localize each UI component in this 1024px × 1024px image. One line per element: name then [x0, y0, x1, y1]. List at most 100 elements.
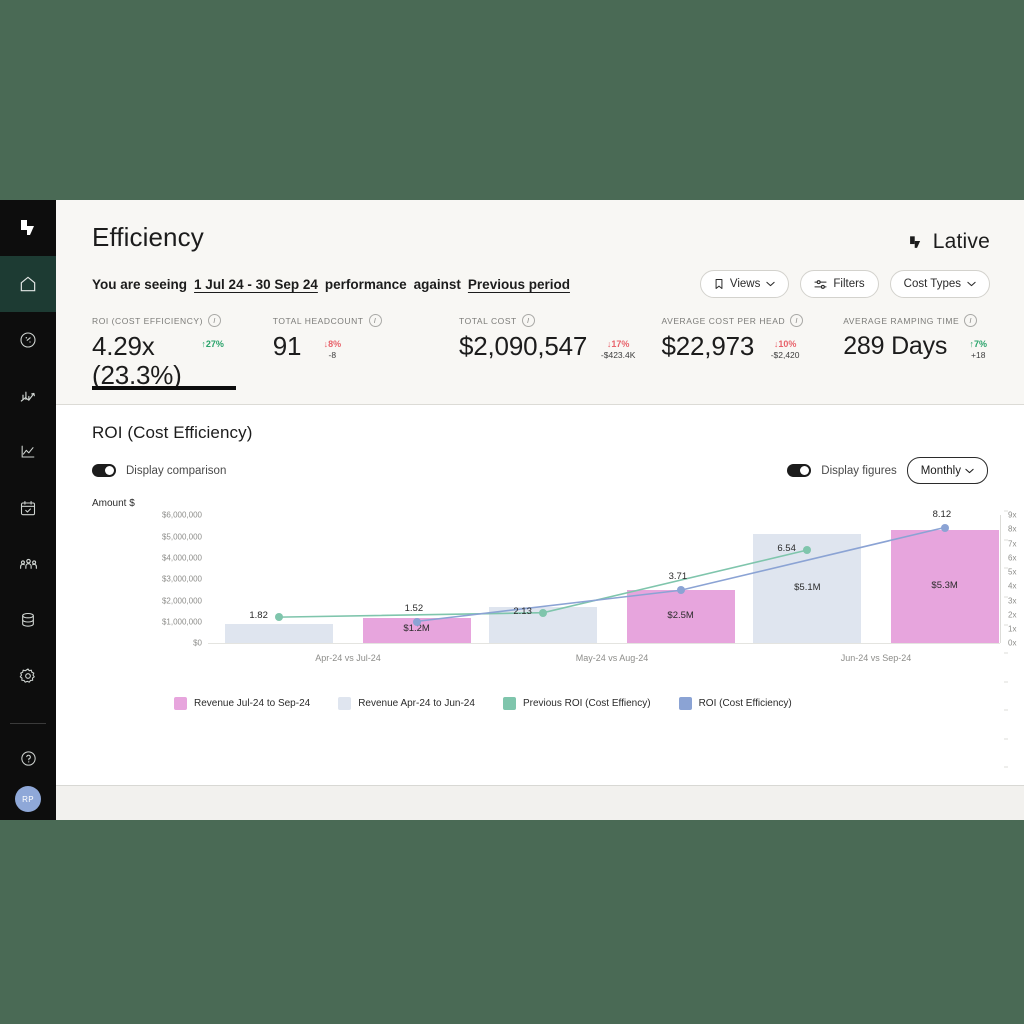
legend-item[interactable]: Previous ROI (Cost Effiency): [503, 697, 651, 710]
kpi-roi-label: ROI (COST EFFICIENCY) i: [92, 314, 255, 327]
display-figures-toggle[interactable]: [787, 464, 811, 477]
y-tick-right: 7x: [1008, 539, 1016, 548]
cost-types-label: Cost Types: [904, 278, 961, 290]
sidebar-item-analytics[interactable]: [0, 368, 56, 424]
page-title: Efficiency: [92, 222, 204, 253]
kpi-roi-label-text: ROI (COST EFFICIENCY): [92, 316, 203, 326]
comparison-link[interactable]: Previous period: [468, 277, 570, 292]
display-comparison-toggle[interactable]: [92, 464, 116, 477]
app-window: RP Efficiency Lative You are seeing 1 Ju…: [0, 200, 1024, 820]
sidebar-item-data[interactable]: [0, 592, 56, 648]
calendar-check-icon: [18, 498, 38, 518]
sidebar-logo[interactable]: [0, 200, 56, 256]
chart-series-layer[interactable]: $1.2M$2.5M$5.1M$5.3M1.822.136.541.523.71…: [208, 515, 1000, 643]
kpi-strip: ROI (COST EFFICIENCY) i 4.29x (23.3%) ↑2…: [56, 298, 1024, 390]
amount-axis-label: Amount $: [56, 484, 1024, 509]
bar-chart-icon: [18, 386, 38, 406]
gauge-icon: [18, 330, 38, 350]
kpi-total-cost-body: $2,090,547 ↓17% -$423.4K: [459, 332, 644, 361]
home-icon: [18, 274, 38, 294]
sidebar-item-settings[interactable]: [0, 648, 56, 704]
kpi-total-cost-value: $2,090,547: [459, 332, 587, 361]
kpi-cost-per-head-label-text: AVERAGE COST PER HEAD: [662, 316, 786, 326]
chart-point-cur[interactable]: [413, 618, 421, 626]
sidebar-item-team[interactable]: [0, 536, 56, 592]
gear-icon: [18, 666, 38, 686]
x-axis-label: Jun-24 vs Sep-24: [841, 653, 912, 663]
views-button[interactable]: Views: [700, 270, 789, 298]
footer-strip: [56, 786, 1024, 820]
info-icon[interactable]: i: [790, 314, 803, 327]
kpi-headcount[interactable]: TOTAL HEADCOUNT i 91 ↓8% -8: [273, 314, 459, 390]
chart-point-prev[interactable]: [539, 609, 547, 617]
info-icon[interactable]: i: [964, 314, 977, 327]
kpi-roi[interactable]: ROI (COST EFFICIENCY) i 4.29x (23.3%) ↑2…: [92, 314, 273, 390]
legend-label: ROI (Cost Efficiency): [699, 698, 792, 709]
kpi-total-cost-label-text: TOTAL COST: [459, 316, 517, 326]
legend-label: Revenue Apr-24 to Jun-24: [358, 698, 475, 709]
chart-point-cur[interactable]: [941, 524, 949, 532]
kpi-cost-per-head-body: $22,973 ↓10% -$2,420: [662, 332, 826, 361]
kpi-headcount-value: 91: [273, 332, 302, 361]
kpi-total-cost[interactable]: TOTAL COST i $2,090,547 ↓17% -$423.4K: [459, 314, 662, 390]
y-tick-left: $0: [193, 639, 202, 648]
y-tick-mark: [1004, 653, 1008, 654]
avatar[interactable]: RP: [15, 786, 41, 812]
kpi-cost-per-head-value: $22,973: [662, 332, 755, 361]
y-tick-left: $3,000,000: [162, 575, 202, 584]
kpi-ramping-time[interactable]: AVERAGE RAMPING TIME i 289 Days ↑7% +18: [843, 314, 1024, 390]
chart-point-prev[interactable]: [275, 613, 283, 621]
info-icon[interactable]: i: [208, 314, 221, 327]
seeing-mid: performance: [325, 277, 407, 292]
y-tick-right: 4x: [1008, 582, 1016, 591]
kpi-headcount-label-text: TOTAL HEADCOUNT: [273, 316, 364, 326]
kpi-ramping-time-body: 289 Days ↑7% +18: [843, 332, 1006, 360]
legend-item[interactable]: Revenue Apr-24 to Jun-24: [338, 697, 475, 710]
legend-swatch: [503, 697, 516, 710]
kpi-roi-value-main: 4.29x: [92, 332, 182, 361]
sidebar-item-trends[interactable]: [0, 424, 56, 480]
y-tick-right: 5x: [1008, 568, 1016, 577]
header-region: Efficiency Lative You are seeing 1 Jul 2…: [56, 200, 1024, 405]
sidebar-item-planning[interactable]: [0, 480, 56, 536]
kpi-headcount-delta-pct: ↓8%: [309, 339, 355, 349]
legend-swatch: [338, 697, 351, 710]
y-tick-mark: [1004, 681, 1008, 682]
x-axis-label: Apr-24 vs Jul-24: [315, 653, 381, 663]
y-tick-left: $1,000,000: [162, 617, 202, 626]
filters-label: Filters: [833, 278, 864, 290]
kpi-roi-body: 4.29x (23.3%) ↑27%: [92, 332, 255, 390]
header-actions: Views Filters Cost: [700, 270, 990, 298]
y-axis-right: 9x8x7x6x5x4x3x2x1x0x: [1002, 515, 1024, 643]
kpi-ramping-time-delta: ↑7% +18: [955, 332, 1001, 360]
chart-point-cur[interactable]: [677, 586, 685, 594]
kpi-cost-per-head-delta: ↓10% -$2,420: [762, 332, 808, 360]
frequency-select[interactable]: Monthly: [907, 457, 988, 484]
kpi-headcount-delta: ↓8% -8: [309, 332, 355, 360]
display-figures-label: Display figures: [821, 465, 896, 477]
sidebar-item-home[interactable]: [0, 256, 56, 312]
y-axis-left: $6,000,000$5,000,000$4,000,000$3,000,000…: [92, 515, 202, 643]
kpi-ramping-time-value: 289 Days: [843, 332, 947, 360]
kpi-total-cost-delta-pct: ↓17%: [595, 339, 641, 349]
legend-item[interactable]: ROI (Cost Efficiency): [679, 697, 792, 710]
filters-button[interactable]: Filters: [800, 270, 878, 298]
cost-types-button[interactable]: Cost Types: [890, 270, 990, 298]
chart-lines: [208, 515, 1000, 643]
sidebar: RP: [0, 200, 56, 820]
legend-label: Previous ROI (Cost Effiency): [523, 698, 651, 709]
filters-icon: [814, 279, 827, 290]
info-icon[interactable]: i: [522, 314, 535, 327]
sidebar-item-help[interactable]: [0, 730, 56, 786]
kpi-roi-delta: ↑27%: [190, 332, 236, 350]
y-tick-mark: [1004, 710, 1008, 711]
x-axis-label: May-24 vs Aug-24: [576, 653, 649, 663]
kpi-headcount-delta-abs: -8: [309, 350, 355, 360]
info-icon[interactable]: i: [369, 314, 382, 327]
date-range-link[interactable]: 1 Jul 24 - 30 Sep 24: [194, 277, 318, 292]
sidebar-item-performance[interactable]: [0, 312, 56, 368]
legend-item[interactable]: Revenue Jul-24 to Sep-24: [174, 697, 310, 710]
chart-controls-left: Display comparison: [92, 464, 226, 477]
kpi-cost-per-head[interactable]: AVERAGE COST PER HEAD i $22,973 ↓10% -$2…: [662, 314, 844, 390]
chart-point-prev[interactable]: [803, 546, 811, 554]
